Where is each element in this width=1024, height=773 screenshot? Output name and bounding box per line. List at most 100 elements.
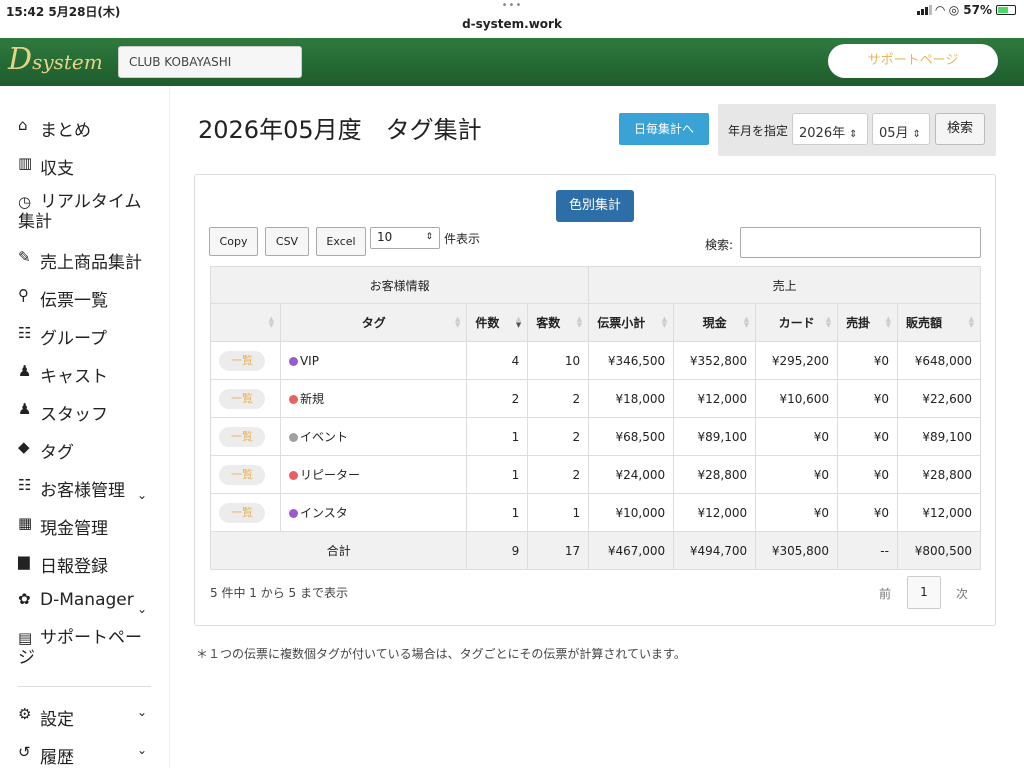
- sidebar-item-d-manager[interactable]: ✿ D-Manager ⌄: [0, 582, 169, 620]
- sort-icon: ▲ ▼: [576, 315, 583, 329]
- wifi-icon: ◠: [935, 3, 945, 17]
- column-header-tag[interactable]: タグ ▲ ▼: [279, 303, 468, 342]
- page-length-select[interactable]: 10 ⇕: [370, 227, 440, 249]
- sidebar-item-income[interactable]: ▥ 収支: [0, 146, 169, 184]
- app-header: Dsystem CLUB KOBAYASHI サポートページ: [0, 38, 1024, 86]
- tag-color-dot: [288, 433, 298, 442]
- total-sales: ¥800,500: [896, 531, 982, 570]
- list-button[interactable]: 一覧: [219, 426, 265, 447]
- csv-button[interactable]: CSV: [265, 227, 309, 256]
- signal-icon: [916, 5, 932, 15]
- column-header-sales[interactable]: 販売額 ▲ ▼: [896, 303, 982, 342]
- file-icon: ▤: [18, 629, 33, 647]
- home-icon: ⌂: [18, 116, 28, 134]
- sidebar-item-tag[interactable]: ◆ タグ: [0, 430, 169, 468]
- column-header-customers[interactable]: 客数 ▲ ▼: [527, 303, 590, 342]
- copy-button[interactable]: Copy: [209, 227, 258, 256]
- table-row: 一覧 リピーター 1 2 ¥24,000 ¥28,800 ¥0 ¥0 ¥28,8…: [210, 455, 982, 494]
- battery-icon: [996, 5, 1016, 15]
- pagination-next[interactable]: 次: [956, 585, 968, 602]
- column-header-subtotal[interactable]: 伝票小計 ▲ ▼: [588, 303, 675, 342]
- more-dots-icon[interactable]: •••: [0, 0, 1024, 11]
- subtotal-cell: ¥346,500: [588, 341, 675, 380]
- sidebar-item-staff[interactable]: ♟ スタッフ: [0, 392, 169, 430]
- customers-cell: 2: [527, 455, 590, 494]
- url-label[interactable]: d-system.work: [0, 17, 1024, 31]
- club-name-field[interactable]: CLUB KOBAYASHI: [118, 46, 302, 78]
- tag-cell: 新規: [279, 379, 468, 418]
- status-indicators: ◠ ◎ 57%: [916, 3, 1016, 17]
- sidebar-item-product-sales[interactable]: ✎ 売上商品集計: [0, 240, 169, 278]
- column-header-count[interactable]: 件数 ▲ ▼: [466, 303, 529, 342]
- credit-cell: ¥0: [837, 341, 898, 380]
- customers-cell: 2: [527, 379, 590, 418]
- cash-cell: ¥89,100: [673, 417, 757, 456]
- gear-icon: ✿: [18, 590, 31, 608]
- sort-desc-icon: ▲ ▼: [515, 315, 522, 329]
- sidebar-item-realtime[interactable]: ◷ リアルタイム集計: [0, 184, 169, 240]
- month-select[interactable]: 05月 ⇕: [872, 113, 930, 145]
- sidebar-item-settings[interactable]: ⚙ 設定 ⌄: [0, 697, 169, 735]
- sales-cell: ¥648,000: [896, 341, 982, 380]
- sidebar-item-history[interactable]: ↺ 履歴 ⌄: [0, 735, 169, 773]
- pagination-prev[interactable]: 前: [879, 585, 891, 602]
- tag-cell: VIP: [279, 341, 468, 380]
- calculator-icon: ▦: [18, 514, 33, 532]
- sidebar-item-cast[interactable]: ♟ キャスト: [0, 354, 169, 392]
- clock-icon: ◷: [18, 193, 32, 211]
- sidebar-item-cash[interactable]: ▦ 現金管理: [0, 506, 169, 544]
- column-header-card[interactable]: カード ▲ ▼: [755, 303, 839, 342]
- pagination-page-1[interactable]: 1: [907, 576, 941, 609]
- credit-cell: ¥0: [837, 379, 898, 418]
- table-search-input[interactable]: [740, 227, 981, 258]
- list-button[interactable]: 一覧: [219, 350, 265, 371]
- count-cell: 1: [466, 493, 529, 532]
- sales-cell: ¥12,000: [896, 493, 982, 532]
- credit-cell: ¥0: [837, 493, 898, 532]
- sort-icon: ▲ ▼: [455, 315, 461, 329]
- support-page-button[interactable]: サポートページ: [828, 44, 998, 78]
- sidebar-item-slip-list[interactable]: ⚲ 伝票一覧: [0, 278, 169, 316]
- total-credit: --: [837, 531, 898, 570]
- sidebar-item-group[interactable]: ☷ グループ: [0, 316, 169, 354]
- excel-button[interactable]: Excel: [316, 227, 366, 256]
- tag-color-dot: [288, 395, 298, 404]
- list-button[interactable]: 一覧: [219, 502, 265, 523]
- person-icon: ♟: [18, 362, 32, 380]
- list-button[interactable]: 一覧: [219, 388, 265, 409]
- table-info: 5 件中 1 から 5 まで表示: [210, 586, 348, 600]
- chevron-down-icon[interactable]: ⌄: [137, 488, 147, 502]
- table-row: 一覧 VIP 4 10 ¥346,500 ¥352,800 ¥295,200 ¥…: [210, 341, 982, 380]
- count-cell: 4: [466, 341, 529, 380]
- chevron-down-icon[interactable]: ⌄: [137, 705, 147, 719]
- subtotal-cell: ¥10,000: [588, 493, 675, 532]
- column-header-blank[interactable]: ▲ ▼: [210, 303, 281, 342]
- card-cell: ¥0: [755, 493, 839, 532]
- card-cell: ¥0: [755, 455, 839, 494]
- dsystem-logo[interactable]: Dsystem: [8, 42, 103, 77]
- color-summary-button[interactable]: 色別集計: [556, 190, 634, 222]
- credit-cell: ¥0: [837, 455, 898, 494]
- chevron-down-icon[interactable]: ⌄: [137, 602, 147, 616]
- column-header-cash[interactable]: 現金 ▲ ▼: [673, 303, 757, 342]
- year-select[interactable]: 2026年 ⇕: [792, 113, 868, 145]
- sidebar-item-daily-report[interactable]: ▆ 日報登録: [0, 544, 169, 582]
- orientation-lock-icon: ◎: [948, 3, 960, 17]
- search-button[interactable]: 検索: [935, 113, 985, 145]
- table-row: 一覧 新規 2 2 ¥18,000 ¥12,000 ¥10,600 ¥0 ¥22…: [210, 379, 982, 418]
- sort-icon: ▲ ▼: [885, 315, 891, 329]
- chart-icon: ▥: [18, 154, 33, 172]
- sidebar-item-customers[interactable]: ☷ お客様管理 ⌄: [0, 468, 169, 506]
- column-header-credit[interactable]: 売掛 ▲ ▼: [837, 303, 898, 342]
- updown-icon: ⇕: [849, 129, 858, 140]
- daily-summary-button[interactable]: 日毎集計へ: [619, 113, 709, 145]
- page-length-label: 件表示: [444, 232, 481, 246]
- list-button[interactable]: 一覧: [219, 464, 265, 485]
- history-icon: ↺: [18, 743, 31, 761]
- gears-icon: ⚙: [18, 705, 32, 723]
- tag-color-dot: [288, 509, 298, 518]
- customers-cell: 2: [527, 417, 590, 456]
- sidebar-item-support[interactable]: ▤ サポートページ: [0, 620, 169, 676]
- sidebar-item-summary[interactable]: ⌂ まとめ: [0, 108, 169, 146]
- chevron-down-icon[interactable]: ⌄: [137, 743, 147, 757]
